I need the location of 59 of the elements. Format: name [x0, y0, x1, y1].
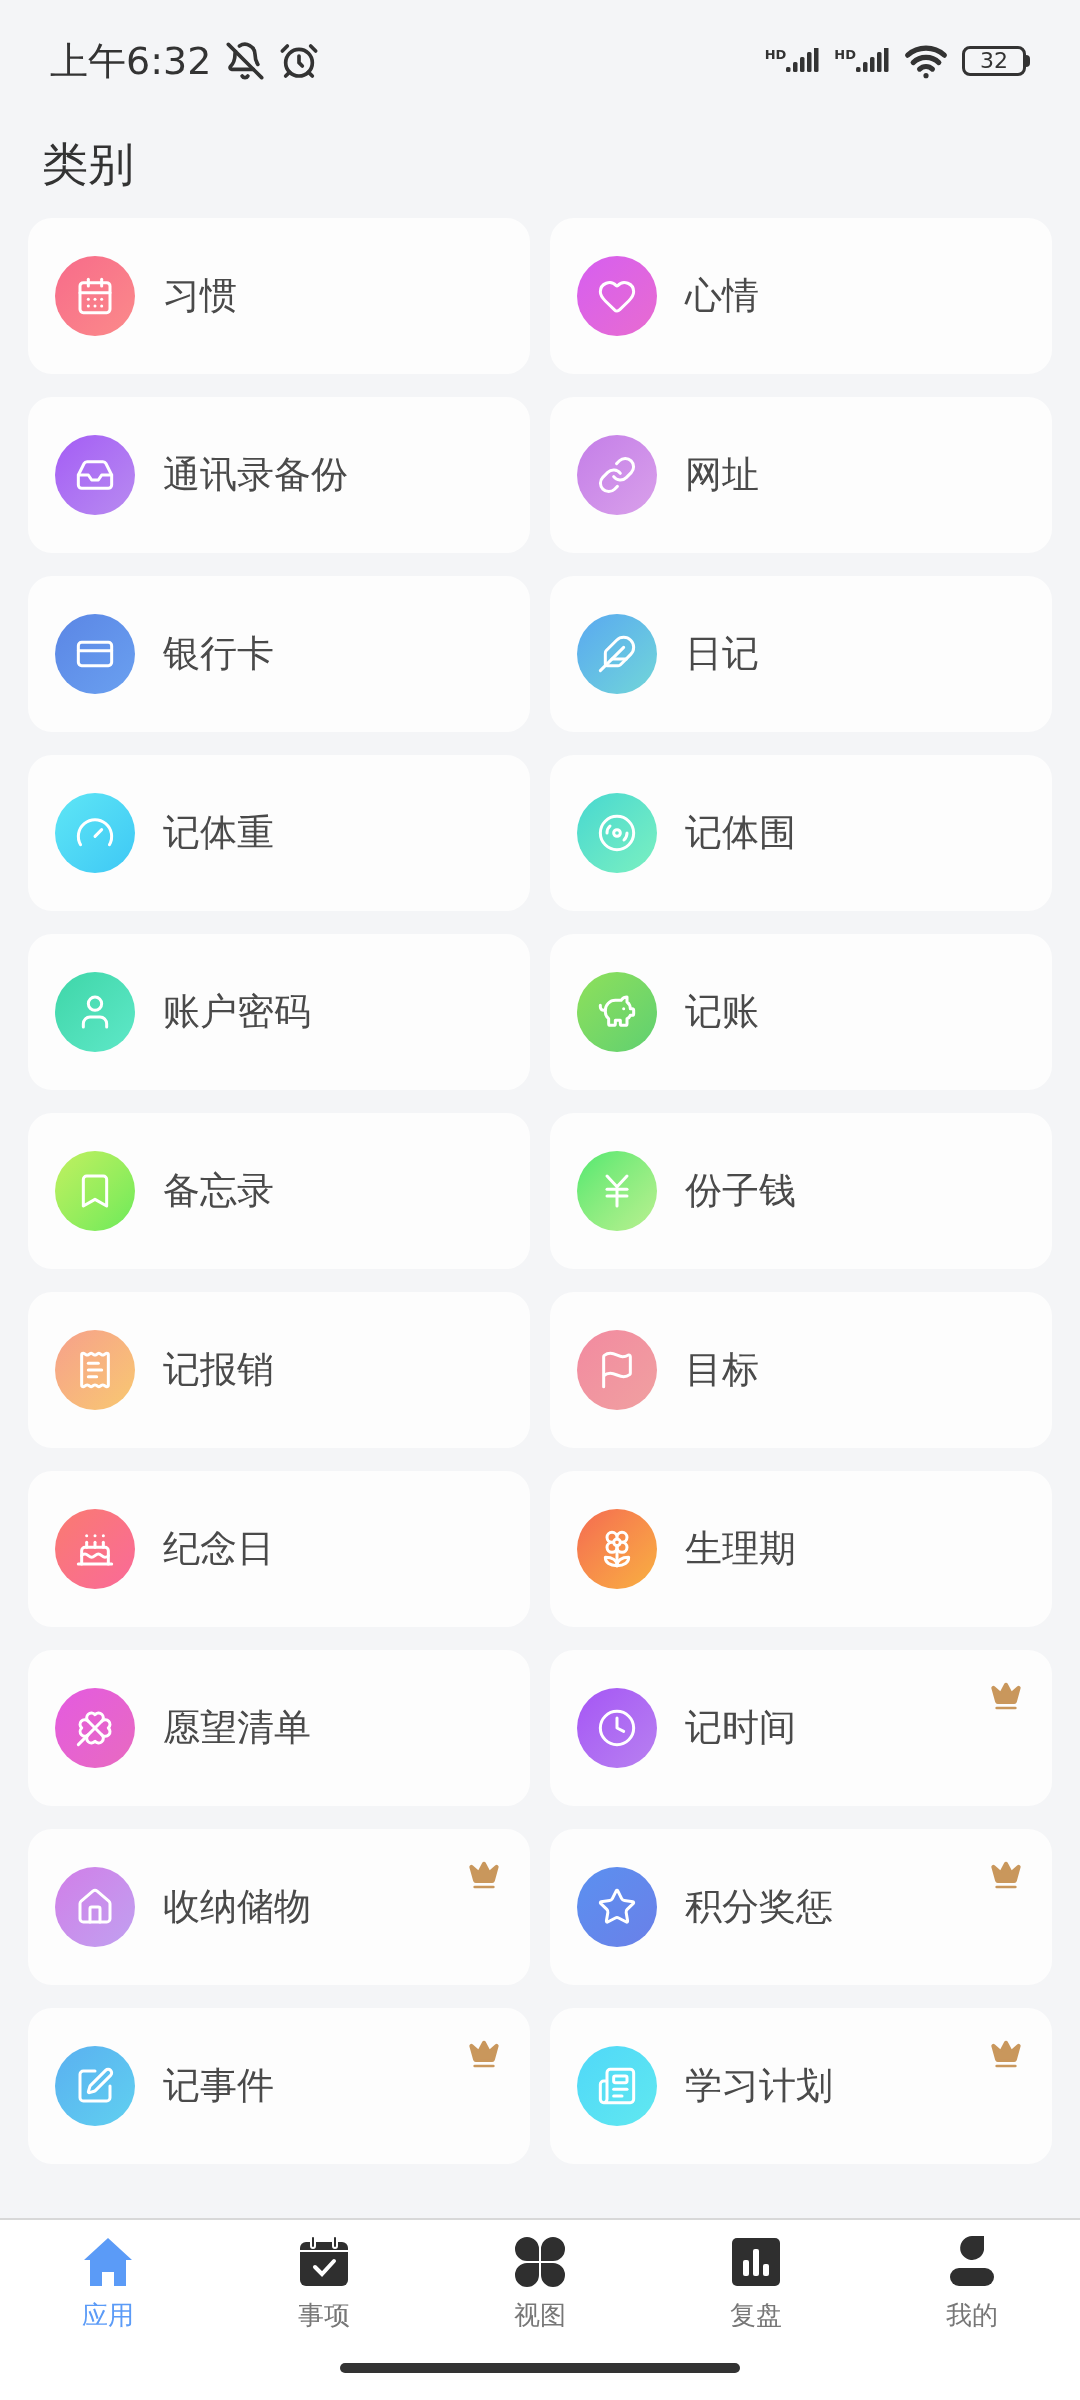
category-card[interactable]: 目标 — [550, 1291, 1052, 1448]
category-label: 纪念日 — [163, 1525, 274, 1572]
category-label: 备忘录 — [163, 1167, 274, 1214]
category-label: 记报销 — [163, 1346, 274, 1393]
category-card[interactable]: 日记 — [550, 575, 1052, 732]
nav-tab[interactable]: 复盘 — [676, 2234, 836, 2335]
category-card[interactable]: 账户密码 — [28, 933, 530, 1090]
category-card[interactable]: 通讯录备份 — [28, 396, 530, 553]
category-label: 记体重 — [163, 809, 274, 856]
category-label: 习惯 — [163, 272, 237, 319]
category-label: 网址 — [685, 451, 759, 498]
nav-tab[interactable]: 事项 — [244, 2234, 404, 2335]
category-card[interactable]: 银行卡 — [28, 575, 530, 732]
signal-icon — [856, 48, 890, 74]
category-label: 账户密码 — [163, 988, 311, 1035]
category-label: 积分奖惩 — [685, 1883, 833, 1930]
status-time: 上午6:32 — [50, 37, 212, 85]
alarm-icon — [279, 41, 320, 81]
signal-icon — [786, 48, 821, 74]
clover-icon — [512, 2234, 568, 2290]
category-card[interactable]: 记时间 — [550, 1649, 1052, 1806]
category-label: 目标 — [685, 1346, 759, 1393]
page-title: 类别 — [41, 136, 135, 193]
category-card[interactable]: 生理期 — [550, 1470, 1052, 1627]
nav-tab[interactable]: 视图 — [460, 2234, 620, 2335]
category-card[interactable]: 愿望清单 — [28, 1649, 530, 1806]
category-label: 收纳储物 — [163, 1883, 311, 1930]
home-indicator[interactable] — [340, 2362, 740, 2373]
category-label: 心情 — [685, 272, 759, 319]
category-label: 学习计划 — [685, 2062, 833, 2109]
network-type: HD — [834, 48, 856, 61]
category-card[interactable]: 份子钱 — [550, 1112, 1052, 1269]
nav-tab[interactable]: 我的 — [892, 2234, 1052, 2335]
category-label: 记时间 — [685, 1704, 796, 1751]
category-label: 记事件 — [163, 2062, 274, 2109]
category-card[interactable]: 纪念日 — [28, 1470, 530, 1627]
category-label: 生理期 — [685, 1525, 796, 1572]
category-label: 记账 — [685, 988, 759, 1035]
category-card[interactable]: 心情 — [550, 217, 1052, 374]
category-label: 日记 — [685, 630, 759, 677]
category-card[interactable]: 网址 — [550, 396, 1052, 553]
bell-off-icon — [225, 41, 266, 81]
category-card[interactable]: 记报销 — [28, 1291, 530, 1448]
category-card[interactable]: 记体重 — [28, 754, 530, 911]
battery-level: 32 — [980, 50, 1008, 72]
category-card[interactable]: 记事件 — [28, 2007, 530, 2164]
category-card[interactable]: 习惯 — [28, 217, 530, 374]
category-label: 银行卡 — [163, 630, 274, 677]
category-card[interactable]: 记体围 — [550, 754, 1052, 911]
network-type: HD — [764, 48, 787, 61]
category-label: 份子钱 — [685, 1167, 796, 1214]
category-card[interactable]: 收纳储物 — [28, 1828, 530, 1985]
category-card[interactable]: 备忘录 — [28, 1112, 530, 1269]
category-card[interactable]: 学习计划 — [550, 2007, 1052, 2164]
category-card[interactable]: 积分奖惩 — [550, 1828, 1052, 1985]
category-card[interactable]: 记账 — [550, 933, 1052, 1090]
category-label: 记体围 — [685, 809, 796, 856]
category-label: 愿望清单 — [163, 1704, 311, 1751]
category-label: 通讯录备份 — [163, 451, 348, 498]
